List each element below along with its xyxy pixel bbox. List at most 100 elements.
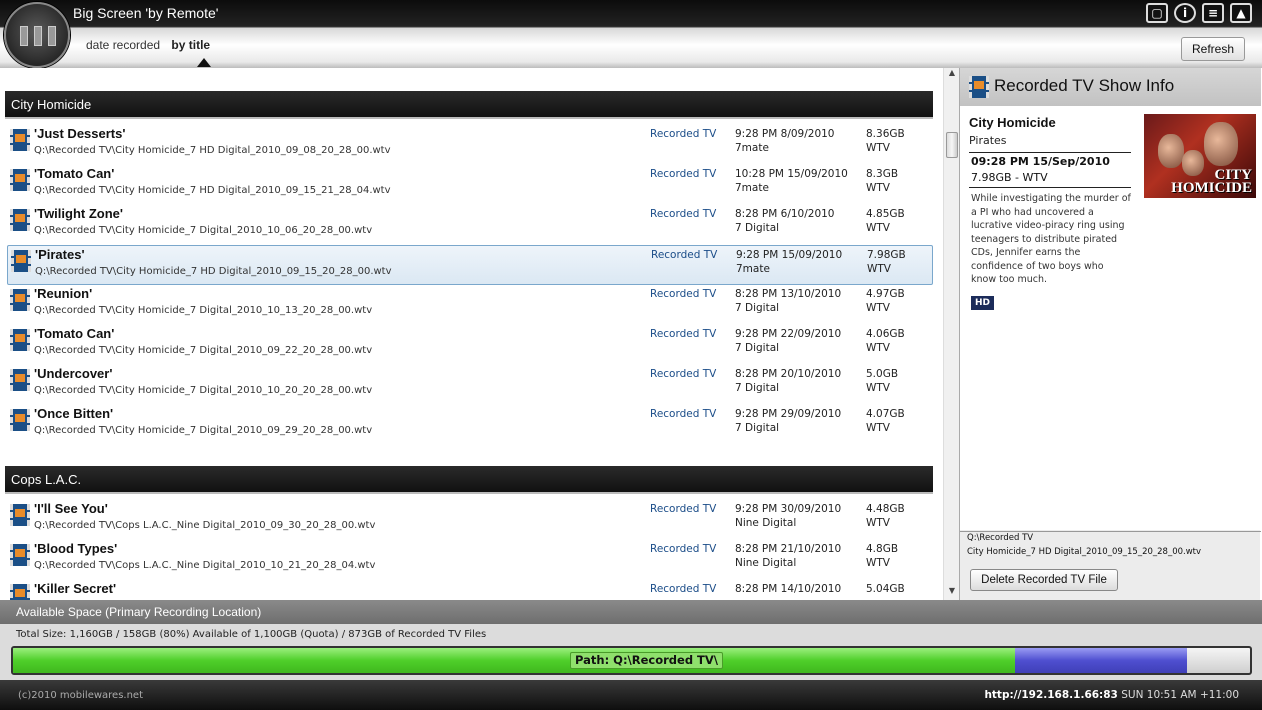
recording-type: Recorded TV [650, 543, 717, 555]
footer-status: http://192.168.1.66:83 SUN 10:51 AM +11:… [984, 689, 1239, 701]
recording-channel: 7mate [736, 263, 770, 275]
recording-size: 4.07GB [866, 408, 905, 420]
divider [969, 187, 1131, 188]
recording-time: 10:28 PM 15/09/2010 [735, 168, 848, 180]
scroll-thumb[interactable] [946, 132, 958, 158]
recording-path: Q:\Recorded TV\City Homicide_7 HD Digita… [35, 266, 392, 277]
recording-size: 8.3GB [866, 168, 899, 180]
recording-title: 'Twilight Zone' [34, 206, 123, 221]
recording-type: Recorded TV [650, 368, 717, 380]
app-logo-icon[interactable] [4, 2, 70, 68]
show-poster-image: CITY HOMICIDE [1144, 114, 1256, 198]
file-name: City Homicide_7 HD Digital_2010_09_15_20… [967, 547, 1202, 557]
app-title: Big Screen 'by Remote' [73, 5, 219, 21]
recorded-tv-usage-fill [13, 648, 1015, 673]
clock: SUN 10:51 AM +11:00 [1121, 689, 1239, 701]
film-icon [10, 329, 30, 351]
recording-size: 7.98GB [867, 249, 906, 261]
recording-title: 'Killer Secret' [34, 581, 117, 596]
refresh-button[interactable]: Refresh [1181, 37, 1245, 61]
recording-time: 9:28 PM 29/09/2010 [735, 408, 842, 420]
scroll-up-arrow-icon[interactable]: ▲ [944, 68, 960, 82]
recording-row[interactable]: 'Reunion' Q:\Recorded TV\City Homicide_7 … [7, 285, 933, 325]
recording-type: Recorded TV [650, 128, 717, 140]
recording-time: 9:28 PM 15/09/2010 [736, 249, 843, 261]
episode-name: Pirates [969, 134, 1007, 147]
list-scrollbar[interactable]: ▲ ▼ [943, 68, 959, 600]
recording-path: Q:\Recorded TV\City Homicide_7 Digital_2… [34, 225, 373, 236]
show-info-panel: Recorded TV Show Info City Homicide Pira… [959, 68, 1261, 600]
info-icon[interactable]: i [1174, 3, 1196, 23]
space-area: Total Size: 1,160GB / 158GB (80%) Availa… [0, 624, 1262, 680]
recording-format: WTV [866, 382, 890, 394]
sort-tabs: date recorded by title [86, 38, 218, 52]
poster-title: CITY HOMICIDE [1171, 167, 1252, 196]
info-panel-title: Recorded TV Show Info [994, 76, 1175, 95]
recording-size: 4.06GB [866, 328, 905, 340]
recording-size: 5.0GB [866, 368, 899, 380]
other-usage-fill [1014, 648, 1187, 673]
file-size-format: 7.98GB - WTV [971, 171, 1048, 184]
film-icon [10, 129, 30, 151]
recording-row[interactable]: 'Pirates' Q:\Recorded TV\City Homicide_7 … [7, 245, 933, 285]
recording-path: Q:\Recorded TV\City Homicide_7 HD Digita… [34, 185, 391, 196]
recorded-time: 09:28 PM 15/Sep/2010 [971, 155, 1110, 168]
recording-channel: 7 Digital [735, 342, 780, 354]
recording-format: WTV [866, 422, 890, 434]
recording-type: Recorded TV [650, 328, 717, 340]
episode-description: While investigating the murder of a PI w… [971, 193, 1131, 285]
recording-row[interactable]: 'Once Bitten' Q:\Recorded TV\City Homicid… [7, 405, 933, 445]
recording-row[interactable]: 'Just Desserts' Q:\Recorded TV\City Homic… [7, 125, 933, 165]
recordings-list[interactable]: City Homicide 'Just Desserts' Q:\Recorded … [0, 68, 942, 600]
recording-format: WTV [866, 557, 890, 569]
recording-channel: Nine Digital [735, 517, 797, 529]
recording-size: 4.48GB [866, 503, 905, 515]
plug-icon[interactable]: ▲ [1230, 3, 1252, 23]
info-panel-body: City Homicide Pirates 09:28 PM 15/Sep/20… [960, 106, 1261, 530]
recording-size: 4.8GB [866, 543, 899, 555]
recording-time: 8:28 PM 13/10/2010 [735, 288, 842, 300]
recording-title: 'Blood Types' [34, 541, 118, 556]
recording-type: Recorded TV [650, 168, 717, 180]
space-usage-bar: Path: Q:\Recorded TV\ [11, 646, 1252, 675]
footer-bar: (c)2010 mobilewares.net http://192.168.1… [0, 680, 1262, 710]
film-icon [10, 289, 30, 311]
recording-channel: 7 Digital [735, 382, 780, 394]
recording-format: WTV [867, 263, 891, 275]
recording-format: WTV [866, 302, 890, 314]
list-icon[interactable]: ≡ [1202, 3, 1224, 23]
recording-row[interactable]: 'I'll See You' Q:\Recorded TV\Cops L.A.C.… [7, 500, 933, 540]
recording-time: 9:28 PM 8/09/2010 [735, 128, 835, 140]
scroll-down-arrow-icon[interactable]: ▼ [944, 586, 960, 600]
recording-format: WTV [866, 517, 890, 529]
recording-path: Q:\Recorded TV\City Homicide_7 HD Digita… [34, 145, 391, 156]
recording-channel: 7 Digital [735, 422, 780, 434]
recording-format: WTV [866, 222, 890, 234]
tab-by-title[interactable]: by title [171, 38, 210, 52]
recording-path: Q:\Recorded TV\City Homicide_7 Digital_2… [34, 385, 373, 396]
recording-row[interactable]: 'Tomato Can' Q:\Recorded TV\City Homicide… [7, 325, 933, 365]
available-space-header: Available Space (Primary Recording Locat… [0, 600, 1262, 624]
screen-icon[interactable]: ▢ [1146, 3, 1168, 23]
recording-row[interactable]: 'Blood Types' Q:\Recorded TV\Cops L.A.C._… [7, 540, 933, 580]
divider [969, 152, 1131, 153]
recording-title: 'Pirates' [35, 247, 85, 262]
recording-format: WTV [866, 142, 890, 154]
recording-time: 9:28 PM 30/09/2010 [735, 503, 842, 515]
recording-format: WTV [866, 342, 890, 354]
delete-file-button[interactable]: Delete Recorded TV File [970, 569, 1118, 591]
recording-row[interactable]: 'Tomato Can' Q:\Recorded TV\City Homicide… [7, 165, 933, 205]
file-directory: Q:\Recorded TV [967, 533, 1034, 543]
recording-title: 'Undercover' [34, 366, 113, 381]
recording-type: Recorded TV [650, 503, 717, 515]
recording-title: 'Once Bitten' [34, 406, 114, 421]
film-icon [10, 584, 30, 600]
recording-row[interactable]: 'Killer Secret' Recorded TV 8:28 PM 14/10/… [7, 580, 933, 600]
toolbar-icons: ▢ i ≡ ▲ [1146, 3, 1252, 23]
tab-date-recorded[interactable]: date recorded [86, 38, 160, 52]
recording-size: 5.04GB [866, 583, 905, 595]
recording-row[interactable]: 'Twilight Zone' Q:\Recorded TV\City Homic… [7, 205, 933, 245]
film-icon [11, 250, 31, 272]
recording-title: 'Tomato Can' [34, 326, 115, 341]
recording-row[interactable]: 'Undercover' Q:\Recorded TV\City Homicide… [7, 365, 933, 405]
